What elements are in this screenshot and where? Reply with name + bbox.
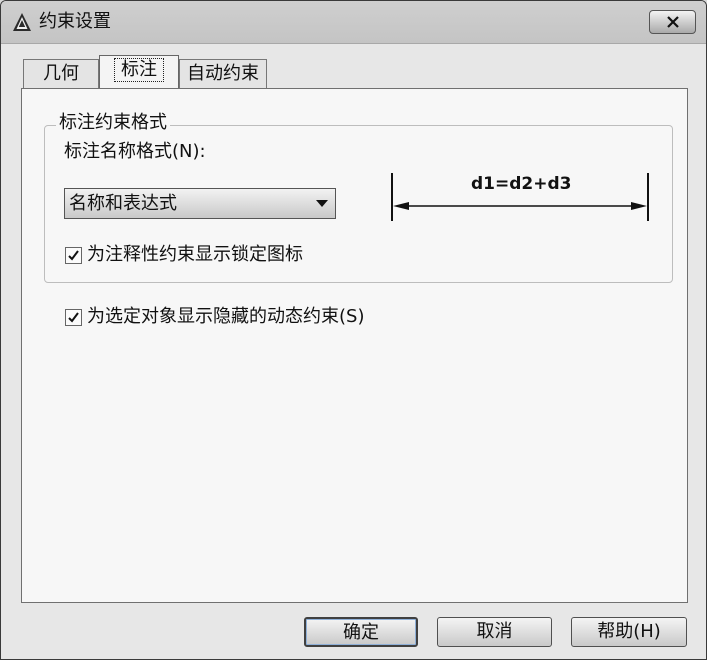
constraint-settings-dialog: 约束设置 几何 标注 自动约束 标注约束格式 标注名称格式(N): 名称和表达式…	[0, 0, 707, 660]
tab-geometric[interactable]: 几何	[23, 59, 99, 88]
tab-dimensional-label: 标注	[114, 58, 164, 82]
show-lock-icon-label: 为注释性约束显示锁定图标	[87, 244, 303, 265]
title-bar: 约束设置	[1, 1, 706, 44]
close-button[interactable]	[649, 10, 696, 34]
ok-button[interactable]: 确定	[304, 617, 418, 647]
cancel-button[interactable]: 取消	[437, 617, 552, 647]
selected-format-value: 名称和表达式	[69, 193, 177, 214]
show-lock-icon-option[interactable]: 为注释性约束显示锁定图标	[65, 244, 303, 266]
close-icon	[666, 16, 679, 28]
name-format-label: 标注名称格式(N):	[64, 141, 206, 162]
group-title: 标注约束格式	[56, 111, 170, 135]
show-hidden-label: 为选定对象显示隐藏的动态约束(S)	[87, 306, 365, 327]
help-button[interactable]: 帮助(H)	[571, 617, 687, 647]
tab-dimensional[interactable]: 标注	[99, 55, 179, 89]
tab-autoconstrain[interactable]: 自动约束	[179, 59, 267, 88]
show-lock-icon-checkbox[interactable]	[65, 246, 82, 264]
check-icon	[68, 249, 79, 261]
chevron-down-icon	[316, 200, 328, 207]
name-format-select[interactable]: 名称和表达式	[64, 188, 336, 219]
show-hidden-checkbox[interactable]	[65, 308, 82, 326]
check-icon	[68, 311, 79, 323]
preview-expression: d1=d2+d3	[471, 174, 572, 194]
autocad-logo-icon	[13, 13, 31, 31]
dialog-title: 约束设置	[39, 11, 111, 32]
show-hidden-constraints-option[interactable]: 为选定对象显示隐藏的动态约束(S)	[65, 306, 364, 328]
